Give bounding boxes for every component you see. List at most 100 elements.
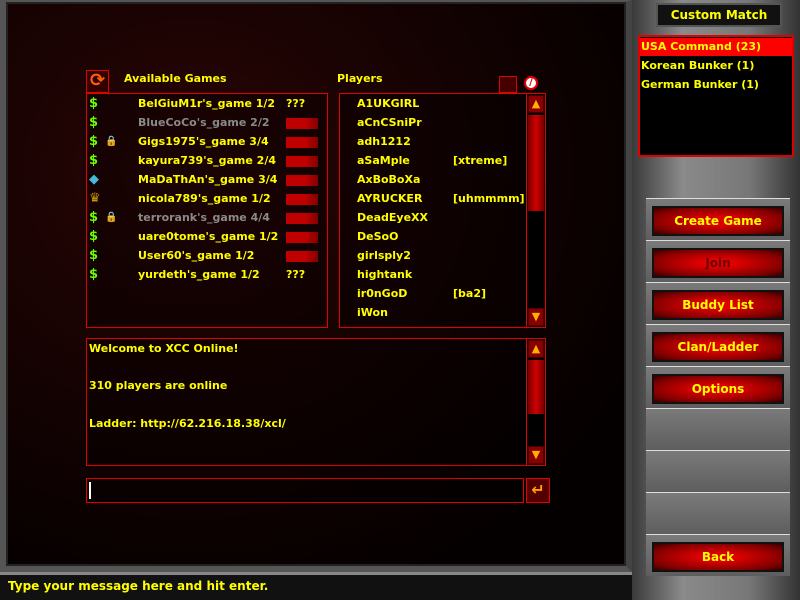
player-row[interactable]: aSaMple [xtreme] [340, 153, 525, 169]
game-row[interactable]: $ User60's_game 1/2 [87, 248, 327, 264]
player-clan: [ba2] [453, 287, 487, 300]
player-name: DeadEyeXX [357, 211, 428, 224]
dollar-icon: $ [89, 134, 99, 149]
player-row[interactable]: iWon [340, 305, 525, 321]
game-name: nicola789's_game 1/2 [138, 192, 271, 205]
chat-input[interactable] [86, 478, 524, 503]
lock-icon: 🔒 [105, 136, 118, 147]
scroll-up-button[interactable]: ▲ [528, 340, 544, 358]
dollar-icon: $ [89, 248, 99, 263]
player-row[interactable]: DeadEyeXX [340, 210, 525, 226]
players-header: Players [337, 72, 383, 85]
player-row[interactable]: A1UKGIRL [340, 96, 525, 112]
room-item[interactable]: USA Command (23) [640, 38, 792, 56]
chat-scrollbar[interactable]: ▲ ▼ [526, 339, 545, 465]
player-row[interactable]: AYRUCKER [uhmmmm] [340, 191, 525, 207]
ping-bar [286, 118, 318, 129]
ping-bar [286, 175, 318, 186]
game-name: Gigs1975's_game 3/4 [138, 135, 269, 148]
player-name: DeSoO [357, 230, 399, 243]
create-game-button[interactable]: Create Game [652, 206, 784, 236]
button-slot [646, 408, 790, 450]
games-list[interactable]: $ BelGiuM1r's_game 1/2??? $ BlueCoCo's_game… [86, 93, 328, 328]
player-name: adh1212 [357, 135, 411, 148]
dollar-icon: $ [89, 96, 99, 111]
game-row[interactable]: $ uare0tome's_game 1/2 [87, 229, 327, 245]
dollar-icon: $ [89, 267, 99, 282]
player-name: iWon [357, 306, 388, 319]
room-item[interactable]: Korean Bunker (1) [640, 57, 792, 75]
refresh-button[interactable]: ⟳ [86, 70, 109, 93]
clan-ladder-button[interactable]: Clan/Ladder [652, 332, 784, 362]
game-name: uare0tome's_game 1/2 [138, 230, 279, 243]
game-row[interactable]: $ 🔒 terrorank's_game 4/4 [87, 210, 327, 226]
game-name: BlueCoCo's_game 2/2 [138, 116, 270, 129]
room-list[interactable]: USA Command (23) Korean Bunker (1) German … [638, 35, 794, 157]
scroll-thumb[interactable] [528, 360, 544, 414]
player-row[interactable]: girlsply2 [340, 248, 525, 264]
scroll-thumb[interactable] [528, 115, 544, 211]
player-clan: [xtreme] [453, 154, 508, 167]
button-slot: Join [646, 240, 790, 282]
ping-bar [286, 232, 318, 243]
player-row[interactable]: hightank [340, 267, 525, 283]
crystal-icon: ◆ [89, 172, 99, 187]
player-row[interactable]: aCnCSniPr [340, 115, 525, 131]
player-row[interactable]: adh1212 [340, 134, 525, 150]
button-slot: Options [646, 366, 790, 408]
player-name: AYRUCKER [357, 192, 423, 205]
side-panel: Custom Match USA Command (23) Korean Bunk… [632, 0, 800, 600]
button-slot [646, 450, 790, 492]
player-name: hightank [357, 268, 413, 281]
game-status: ??? [286, 268, 306, 281]
game-name: yurdeth's_game 1/2 [138, 268, 260, 281]
dollar-icon: $ [89, 153, 99, 168]
player-row[interactable]: DeSoO [340, 229, 525, 245]
trophy-icon: ♛ [89, 191, 101, 206]
ping-bar [286, 194, 318, 205]
join-button[interactable]: Join [652, 248, 784, 278]
player-name: aSaMple [357, 154, 410, 167]
buddy-list-button[interactable]: Buddy List [652, 290, 784, 320]
panel-title: Custom Match [656, 3, 782, 27]
button-slot: Clan/Ladder [646, 324, 790, 366]
player-row[interactable]: ir0nGoD [ba2] [340, 286, 525, 302]
players-scrollbar[interactable]: ▲ ▼ [526, 94, 545, 327]
game-name: terrorank's_game 4/4 [138, 211, 270, 224]
game-row[interactable]: $ BelGiuM1r's_game 1/2??? [87, 96, 327, 112]
game-name: kayura739's_game 2/4 [138, 154, 276, 167]
ping-bar [286, 213, 318, 224]
button-slot: Buddy List [646, 282, 790, 324]
player-name: ir0nGoD [357, 287, 408, 300]
game-row[interactable]: $ kayura739's_game 2/4 [87, 153, 327, 169]
scroll-up-button[interactable]: ▲ [528, 95, 544, 113]
chat-line: 310 players are online [89, 379, 228, 392]
game-row[interactable]: $ yurdeth's_game 1/2??? [87, 267, 327, 283]
player-clan: [uhmmmm] [453, 192, 525, 205]
status-bar: Type your message here and hit enter. [0, 572, 632, 600]
options-button[interactable]: Options [652, 374, 784, 404]
game-row[interactable]: $ 🔒 Gigs1975's_game 3/4 [87, 134, 327, 150]
scroll-down-button[interactable]: ▼ [528, 308, 544, 326]
game-row[interactable]: $ BlueCoCo's_game 2/2 [87, 115, 327, 131]
game-row[interactable]: ◆ MaDaThAn's_game 3/4 [87, 172, 327, 188]
text-cursor [89, 482, 91, 499]
chat-line: Welcome to XCC Online! [89, 342, 239, 355]
send-button[interactable]: ↵ [526, 478, 550, 503]
player-name: aCnCSniPr [357, 116, 422, 129]
scroll-down-button[interactable]: ▼ [528, 446, 544, 464]
games-header: Available Games [124, 72, 227, 85]
room-item[interactable]: German Bunker (1) [640, 76, 792, 94]
back-button[interactable]: Back [652, 542, 784, 572]
game-name: MaDaThAn's_game 3/4 [138, 173, 278, 186]
filter-checkbox[interactable] [499, 76, 517, 93]
chat-line: Ladder: http://62.216.18.38/xcl/ [89, 417, 286, 430]
ping-bar [286, 137, 318, 148]
no-entry-icon[interactable]: / [524, 76, 538, 90]
game-row[interactable]: ♛ nicola789's_game 1/2 [87, 191, 327, 207]
button-slot: Back [646, 534, 790, 576]
chat-log: Welcome to XCC Online! 310 players are o… [86, 338, 546, 466]
ping-bar [286, 251, 318, 262]
players-list[interactable]: ▲ ▼ A1UKGIRL aCnCSniPr adh1212 aSaMple [xtre… [339, 93, 546, 328]
player-row[interactable]: AxBoBoXa [340, 172, 525, 188]
